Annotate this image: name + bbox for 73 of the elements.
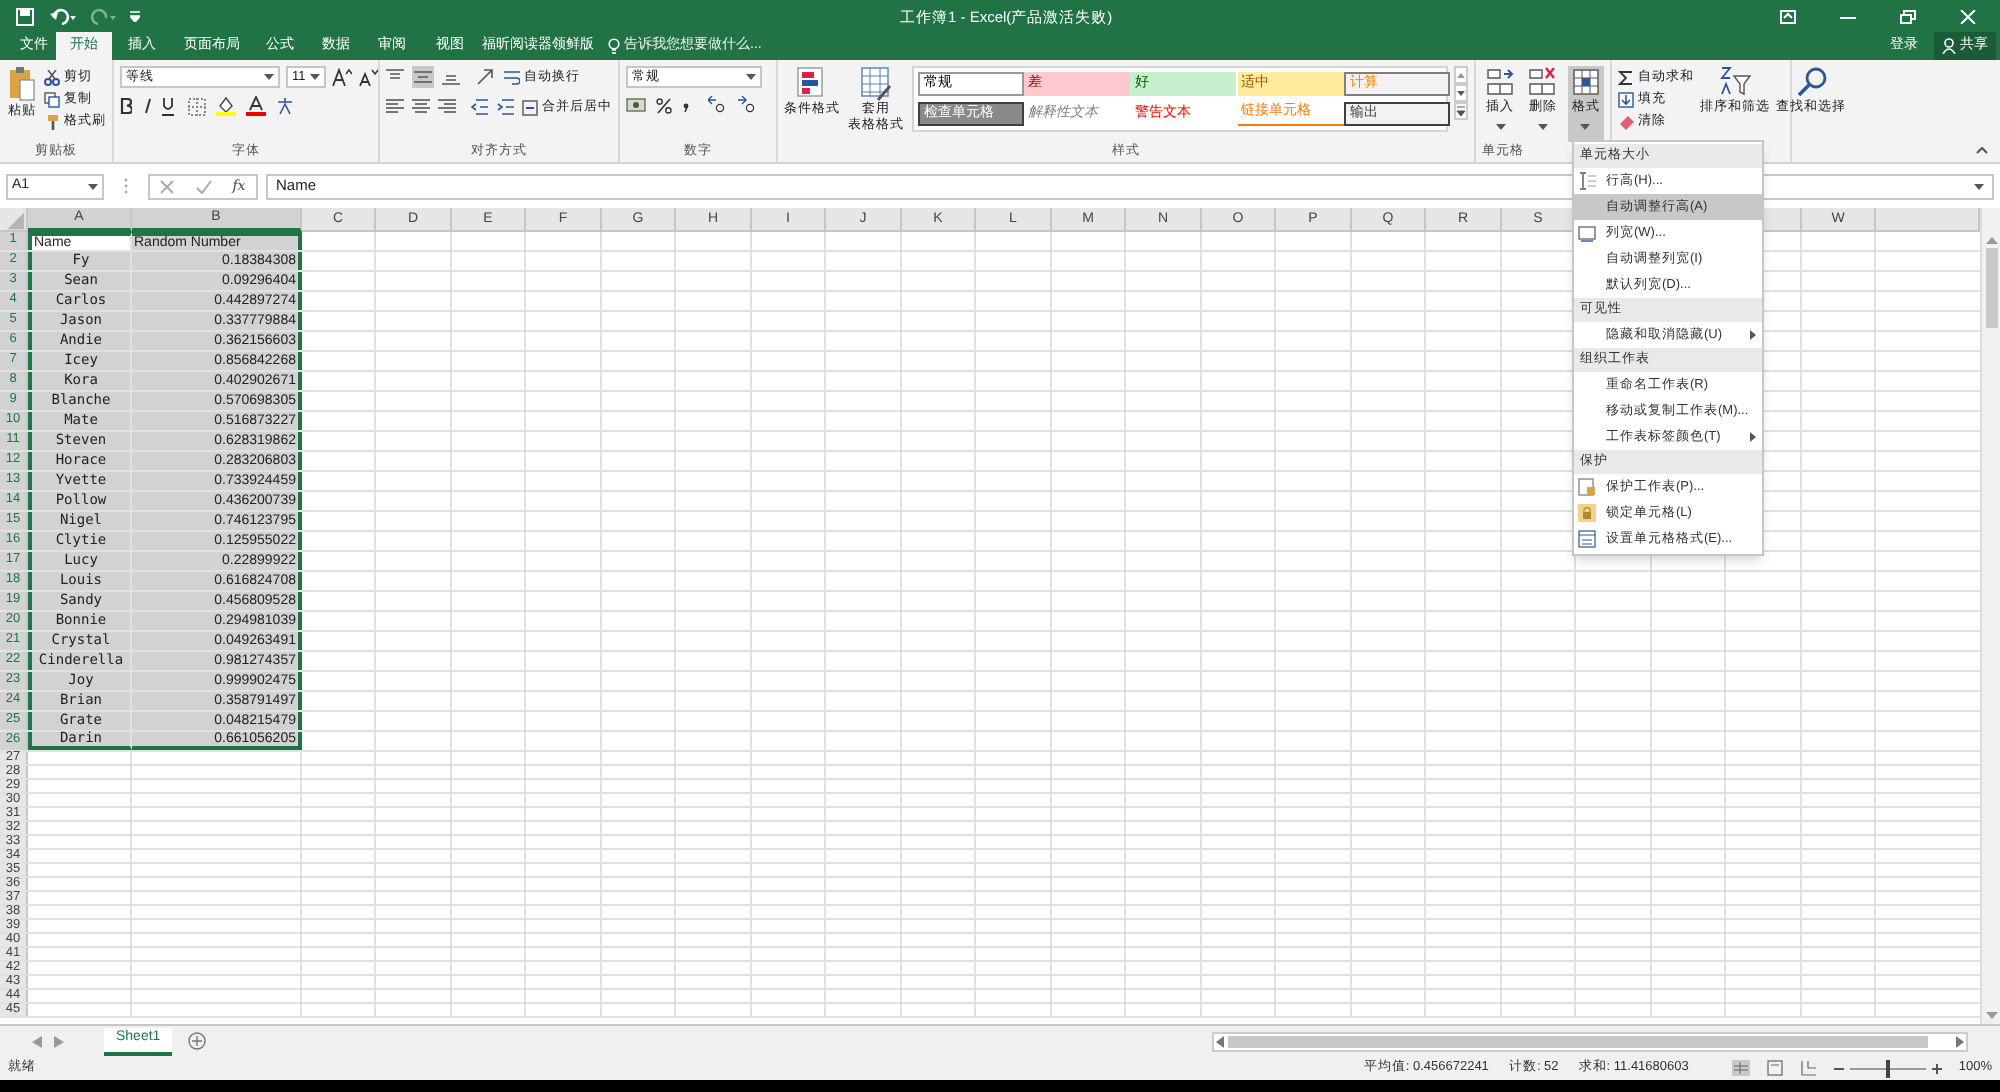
close-icon[interactable]: [1960, 9, 1976, 23]
zoom-out-icon[interactable]: [1834, 1063, 1845, 1073]
customize-icon[interactable]: [130, 10, 140, 22]
underline-icon[interactable]: [162, 97, 178, 115]
collapse-ribbon-icon[interactable]: [1976, 146, 1988, 154]
conditional-format-icon: [796, 66, 828, 102]
restore-icon[interactable]: [1900, 9, 1916, 23]
eraser-icon: [1618, 113, 1634, 129]
dropdown-icon[interactable]: [88, 183, 98, 189]
format-cells-icon: [1571, 66, 1600, 98]
normal-view-icon[interactable]: [1732, 1060, 1751, 1076]
middle-align-icon[interactable]: [412, 66, 434, 88]
align-left-icon[interactable]: [386, 98, 404, 116]
borders-icon[interactable]: [188, 97, 206, 115]
percent-icon[interactable]: [656, 97, 672, 113]
horizontal-scrollbar[interactable]: [1212, 1031, 1968, 1051]
save-icon[interactable]: [16, 7, 34, 25]
lightbulb-icon: [608, 38, 620, 54]
italic-icon[interactable]: [142, 98, 152, 114]
align-center-icon[interactable]: [412, 98, 430, 116]
font-color-icon[interactable]: [246, 96, 266, 116]
sort-filter-icon: [1719, 66, 1751, 98]
delete-cells-icon: [1528, 66, 1557, 98]
scroll-left-icon[interactable]: [1216, 1035, 1224, 1047]
bold-icon[interactable]: [120, 98, 132, 114]
row-height-icon: [1578, 172, 1596, 190]
ribbon-display-icon[interactable]: [1780, 9, 1796, 23]
submenu-arrow-icon: [1750, 330, 1756, 340]
add-sheet-icon[interactable]: [188, 1032, 207, 1050]
column-width-icon: [1578, 224, 1596, 242]
dropdown-icon: [1580, 123, 1591, 130]
fill-color-icon[interactable]: [216, 96, 236, 116]
copy-icon: [44, 91, 60, 107]
increase-indent-icon[interactable]: [496, 98, 514, 116]
scissors-icon: [44, 69, 60, 85]
dropdown-icon[interactable]: [310, 74, 320, 80]
brush-icon: [44, 113, 60, 129]
insert-cells-icon: [1486, 66, 1515, 98]
dropdown-icon: [1537, 123, 1548, 130]
expand-icon[interactable]: [1974, 183, 1984, 189]
more-styles-icon[interactable]: [1454, 102, 1468, 120]
scroll-right-icon[interactable]: [1956, 1035, 1964, 1047]
lock-icon: [1578, 504, 1596, 522]
wrap-text-icon: [504, 69, 520, 85]
scrollbar-thumb[interactable]: [1985, 248, 1997, 328]
merge-cells-icon: [522, 99, 538, 115]
dropdown-icon: [1495, 123, 1506, 130]
fill-down-icon: [1618, 91, 1634, 107]
orientation-icon[interactable]: [476, 68, 496, 86]
sigma-icon: [1618, 69, 1634, 85]
vertical-scrollbar[interactable]: [1980, 208, 2000, 1024]
undo-icon[interactable]: [50, 7, 78, 25]
person-icon: [1942, 38, 1956, 54]
submenu-arrow-icon: [1750, 432, 1756, 442]
currency-icon[interactable]: [626, 96, 646, 114]
zoom-in-icon[interactable]: [1932, 1063, 1943, 1073]
increase-decimal-icon[interactable]: [708, 96, 728, 114]
decrease-indent-icon[interactable]: [470, 98, 488, 116]
search-icon: [1795, 66, 1827, 98]
dropdown-icon[interactable]: [264, 74, 274, 80]
shrink-font-icon[interactable]: [358, 68, 378, 86]
scrollbar-thumb[interactable]: [1228, 1035, 1928, 1047]
decrease-decimal-icon[interactable]: [738, 96, 758, 114]
table-format-icon: [859, 66, 892, 102]
protect-sheet-icon: [1578, 478, 1596, 496]
format-cells-icon: [1578, 530, 1596, 548]
phonetic-icon[interactable]: [276, 96, 294, 116]
scroll-down-icon[interactable]: [1454, 84, 1468, 102]
dropdown-icon[interactable]: [746, 74, 756, 80]
grow-font-icon[interactable]: [332, 68, 352, 86]
align-right-icon[interactable]: [438, 98, 456, 116]
zoom-slider-thumb[interactable]: [1886, 1059, 1891, 1077]
clipboard-icon: [8, 66, 36, 102]
